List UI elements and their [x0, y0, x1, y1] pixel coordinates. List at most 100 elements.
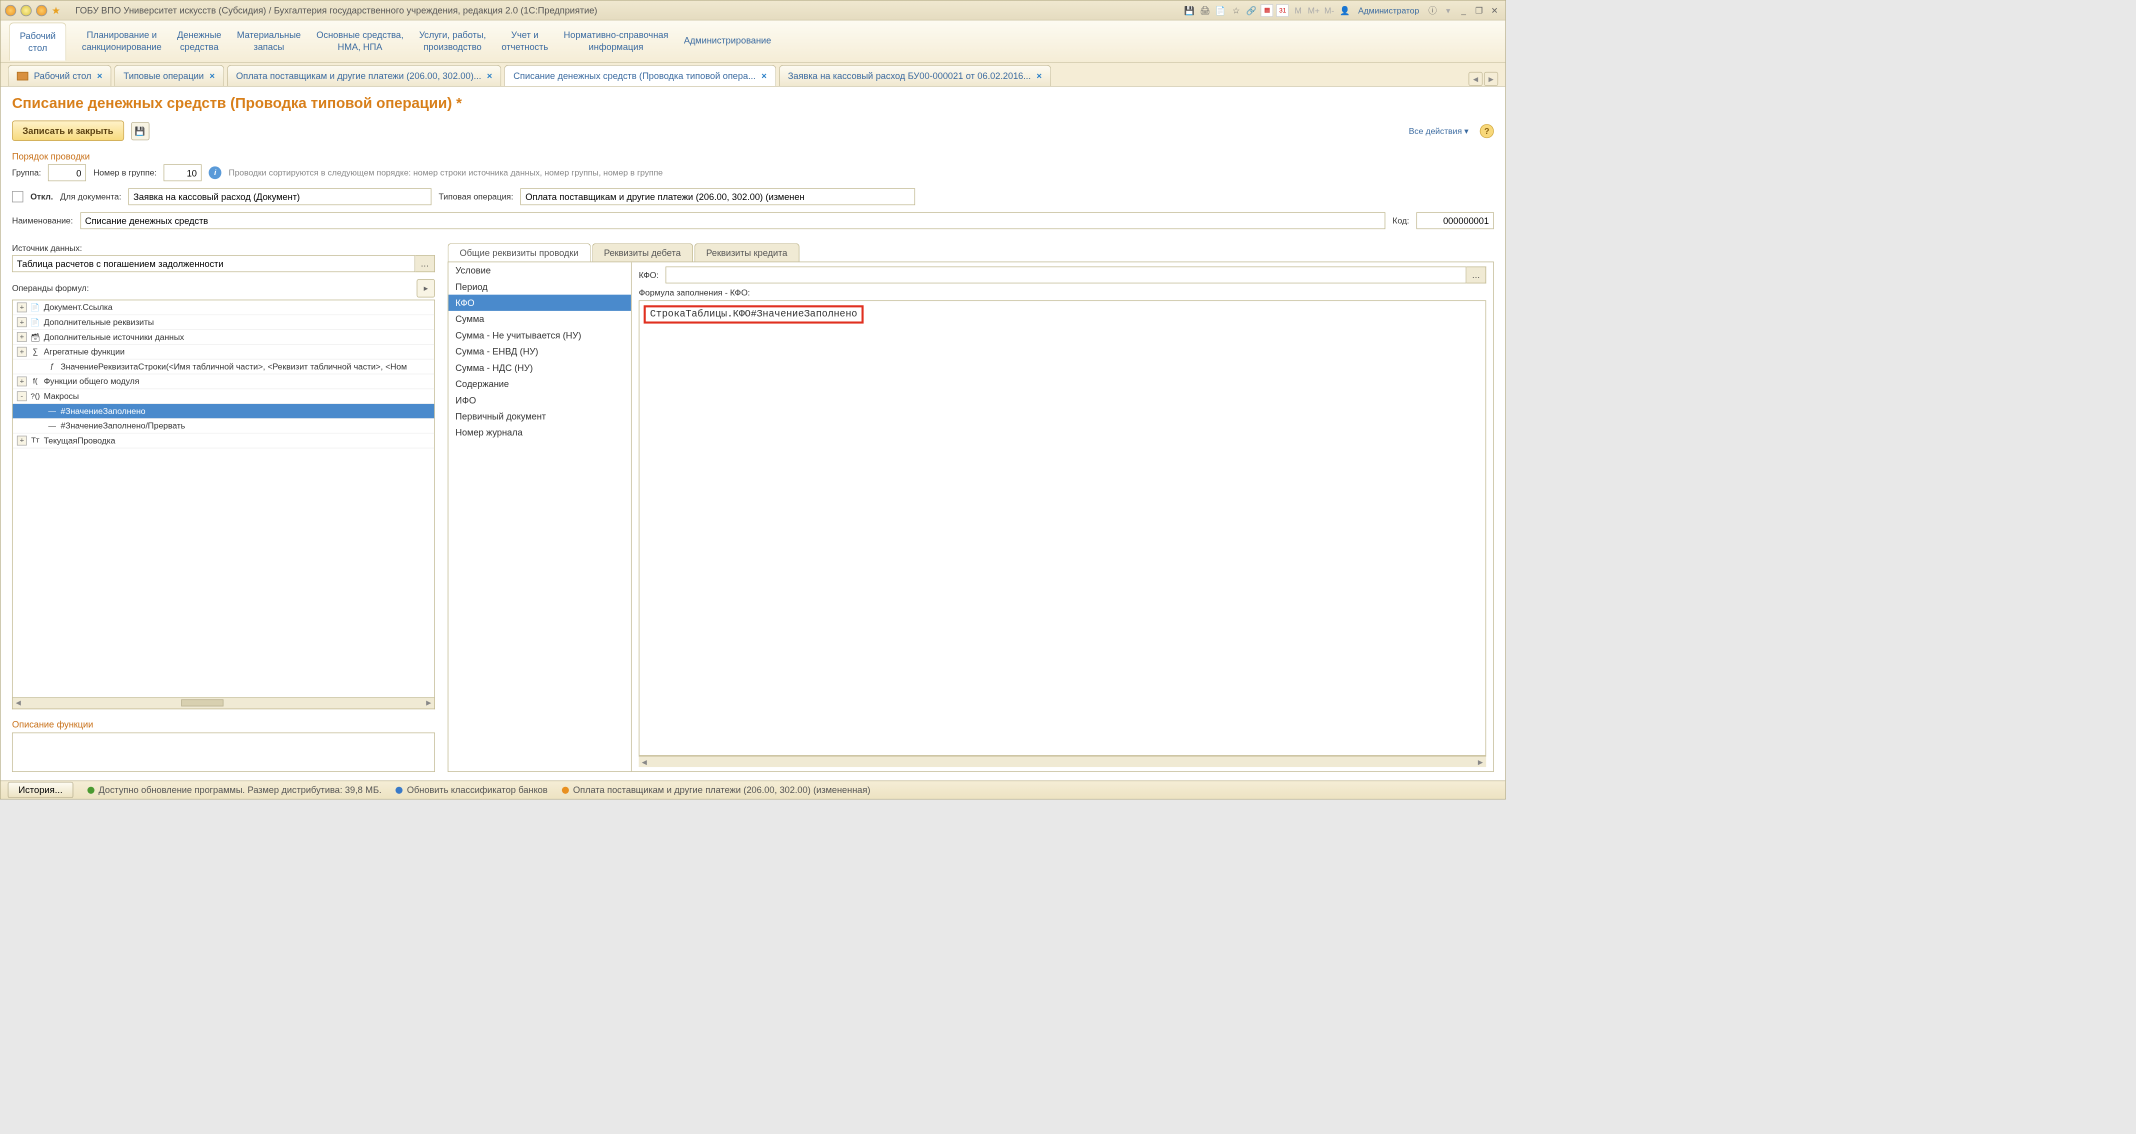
attr-row[interactable]: Сумма [448, 311, 631, 327]
tree-hscroll[interactable]: ◄ ► [12, 698, 435, 709]
source-lookup-button[interactable]: … [415, 255, 435, 272]
operands-tree[interactable]: +📄Документ.Ссылка+📄Дополнительные реквиз… [12, 300, 435, 698]
tree-row[interactable]: +f(Функции общего модуля [13, 374, 435, 389]
menu-desktop[interactable]: Рабочий стол [9, 22, 66, 61]
link-icon[interactable]: 🔗 [1245, 4, 1258, 17]
formula-editor[interactable]: СтрокаТаблицы.КФО#ЗначениеЗаполнено [639, 300, 1486, 755]
rtab-common[interactable]: Общие реквизиты проводки [448, 243, 591, 261]
tab-writeoff[interactable]: Списание денежных средств (Проводка типо… [504, 65, 776, 86]
tab-next-button[interactable]: ► [1484, 72, 1498, 86]
tab-payment[interactable]: Оплата поставщикам и другие платежи (206… [227, 65, 502, 86]
attribute-list[interactable]: УсловиеПериодКФОСуммаСумма - Не учитывае… [448, 262, 631, 771]
print-icon[interactable]: 🖨 [1199, 4, 1212, 17]
tree-row[interactable]: +🗃Дополнительные источники данных [13, 330, 435, 345]
menu-admin[interactable]: Администрирование [684, 35, 771, 47]
status-update[interactable]: Доступно обновление программы. Размер ди… [87, 785, 381, 796]
win-btn-2[interactable] [36, 5, 47, 16]
info-icon[interactable]: i [209, 166, 222, 179]
expander-icon[interactable]: + [17, 302, 27, 312]
doc-icon[interactable]: 📄 [1214, 4, 1227, 17]
tree-row[interactable]: -?()Макросы [13, 389, 435, 404]
user-label[interactable]: Администратор [1358, 5, 1419, 15]
maximize-icon[interactable]: ❐ [1473, 4, 1486, 17]
group-input[interactable] [48, 164, 86, 181]
expander-icon[interactable]: + [17, 332, 27, 342]
save-close-button[interactable]: Записать и закрыть [12, 121, 124, 141]
expander-icon[interactable]: + [17, 347, 27, 357]
history-button[interactable]: История... [8, 782, 73, 798]
attr-row[interactable]: Первичный документ [448, 408, 631, 424]
rtab-debit[interactable]: Реквизиты дебета [592, 243, 693, 261]
info-icon[interactable]: ⓘ [1426, 4, 1439, 17]
attr-row[interactable]: Содержание [448, 376, 631, 392]
minimize-icon[interactable]: _ [1457, 4, 1470, 17]
close-window-icon[interactable]: ✕ [1488, 4, 1501, 17]
tree-row[interactable]: ƒЗначениеРеквизитаСтроки(<Имя табличной … [13, 360, 435, 375]
win-btn-1[interactable] [20, 5, 31, 16]
mplus-icon[interactable]: M+ [1307, 4, 1320, 17]
for-document-input[interactable] [128, 188, 431, 205]
save-icon-button[interactable]: 💾 [131, 122, 149, 140]
source-input[interactable] [12, 255, 415, 272]
tree-row[interactable]: +∑Агрегатные функции [13, 345, 435, 360]
attr-row[interactable]: Период [448, 278, 631, 294]
menu-assets[interactable]: Основные средства, НМА, НПА [316, 29, 403, 53]
favorite-icon[interactable]: ★ [51, 5, 62, 16]
scroll-left-icon[interactable]: ◄ [13, 698, 24, 708]
close-icon[interactable]: × [761, 71, 766, 82]
calendar-icon[interactable]: 31 [1276, 4, 1289, 17]
menu-accounting[interactable]: Учет и отчетность [502, 29, 549, 53]
expander-icon[interactable]: + [17, 376, 27, 386]
close-icon[interactable]: × [209, 71, 214, 82]
status-banks[interactable]: Обновить классификатор банков [396, 785, 548, 796]
menu-planning[interactable]: Планирование и санкционирование [82, 29, 162, 53]
save-icon[interactable]: 💾 [1183, 4, 1196, 17]
expander-icon[interactable]: + [17, 317, 27, 327]
attr-row[interactable]: ИФО [448, 392, 631, 408]
scroll-left-icon[interactable]: ◄ [639, 756, 650, 767]
menu-reference[interactable]: Нормативно-справочная информация [564, 29, 669, 53]
name-input[interactable] [80, 212, 1385, 229]
attr-row[interactable]: КФО [448, 295, 631, 311]
disabled-checkbox[interactable] [12, 191, 23, 202]
calc-icon[interactable]: ▦ [1261, 4, 1274, 17]
rtab-credit[interactable]: Реквизиты кредита [694, 243, 799, 261]
close-icon[interactable]: × [1037, 71, 1042, 82]
attr-row[interactable]: Сумма - Не учитывается (НУ) [448, 327, 631, 343]
star-icon[interactable]: ☆ [1230, 4, 1243, 17]
menu-cash[interactable]: Денежные средства [177, 29, 221, 53]
m-icon[interactable]: M [1292, 4, 1305, 17]
expander-icon[interactable]: + [17, 436, 27, 446]
all-actions-button[interactable]: Все действия ▾ [1409, 126, 1469, 136]
tree-row[interactable]: +📄Дополнительные реквизиты [13, 315, 435, 330]
kfo-input[interactable] [666, 266, 1467, 283]
mminus-icon[interactable]: M- [1323, 4, 1336, 17]
num-in-group-input[interactable] [164, 164, 202, 181]
scroll-right-icon[interactable]: ► [1475, 756, 1486, 767]
typical-op-input[interactable] [520, 188, 915, 205]
attr-row[interactable]: Условие [448, 262, 631, 278]
status-op[interactable]: Оплата поставщикам и другие платежи (206… [562, 785, 871, 796]
tree-row[interactable]: —#ЗначениеЗаполнено [13, 404, 435, 419]
tree-row[interactable]: +ТтТекущаяПроводка [13, 434, 435, 449]
insert-operand-button[interactable]: ▸ [417, 279, 435, 297]
close-icon[interactable]: × [487, 71, 492, 82]
tree-row[interactable]: +📄Документ.Ссылка [13, 300, 435, 315]
help-icon[interactable]: ? [1480, 124, 1494, 138]
attr-row[interactable]: Сумма - ЕНВД (НУ) [448, 343, 631, 359]
tab-prev-button[interactable]: ◄ [1469, 72, 1483, 86]
attr-row[interactable]: Сумма - НДС (НУ) [448, 360, 631, 376]
code-input[interactable] [1416, 212, 1494, 229]
close-icon[interactable]: × [97, 71, 102, 82]
tab-typical-ops[interactable]: Типовые операции × [114, 65, 224, 86]
menu-services[interactable]: Услуги, работы, производство [419, 29, 486, 53]
attr-row[interactable]: Номер журнала [448, 424, 631, 440]
expander-icon[interactable]: - [17, 391, 27, 401]
scroll-thumb[interactable] [181, 699, 223, 706]
kfo-lookup-button[interactable]: … [1466, 266, 1486, 283]
dropdown-icon[interactable]: ▾ [1442, 4, 1455, 17]
formula-hscroll[interactable]: ◄ ► [639, 756, 1486, 767]
tab-request[interactable]: Заявка на кассовый расход БУ00-000021 от… [779, 65, 1051, 86]
tree-row[interactable]: —#ЗначениеЗаполнено/Прервать [13, 419, 435, 434]
scroll-right-icon[interactable]: ► [423, 698, 434, 708]
